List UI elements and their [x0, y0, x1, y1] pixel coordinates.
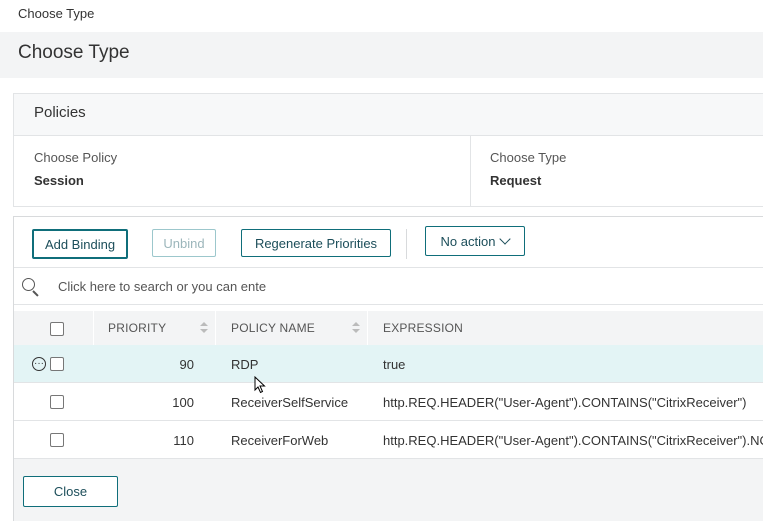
- priority-cell: 110: [173, 432, 194, 448]
- policy-name-header-label: POLICY NAME: [231, 321, 316, 335]
- choose-type-section: Choose Type Request: [470, 136, 763, 206]
- bindings-panel: Add Binding Unbind Regenerate Priorities…: [13, 216, 763, 521]
- row-checkbox[interactable]: [50, 357, 64, 371]
- mouse-cursor-icon: [254, 376, 266, 394]
- choose-type-label: Choose Type: [490, 150, 567, 165]
- priority-cell: 100: [172, 394, 194, 410]
- toolbar-divider: [406, 229, 407, 259]
- row-checkbox[interactable]: [50, 433, 64, 447]
- table-row[interactable]: ··· 90 RDP true: [14, 345, 763, 383]
- policy-name-cell: ReceiverSelfService: [231, 394, 349, 410]
- table-header: PRIORITY POLICY NAME EXPRESSION: [14, 311, 763, 345]
- choose-type-value: Request: [490, 173, 542, 188]
- policies-header: Policies: [14, 94, 763, 136]
- priority-cell: 90: [179, 356, 194, 372]
- priority-header-label: PRIORITY: [108, 321, 167, 335]
- priority-column-header[interactable]: PRIORITY: [94, 311, 214, 345]
- row-actions-icon[interactable]: ···: [32, 357, 46, 371]
- sort-icon: [200, 322, 208, 334]
- expression-cell: true: [383, 356, 406, 372]
- regenerate-priorities-button[interactable]: Regenerate Priorities: [241, 229, 391, 257]
- add-binding-button[interactable]: Add Binding: [32, 229, 128, 259]
- dialog-footer: Close: [14, 459, 763, 521]
- choose-policy-value: Session: [34, 173, 84, 188]
- expression-cell: http.REQ.HEADER("User-Agent").CONTAINS("…: [383, 432, 763, 448]
- page-title: Choose Type: [18, 42, 130, 63]
- breadcrumb: Choose Type: [18, 6, 95, 21]
- page-title-bar: Choose Type: [0, 32, 763, 78]
- choose-policy-section: Choose Policy Session: [14, 136, 471, 206]
- chevron-down-icon: [499, 233, 512, 245]
- row-checkbox[interactable]: [50, 395, 64, 409]
- unbind-button[interactable]: Unbind: [152, 229, 216, 257]
- no-action-dropdown[interactable]: No action: [425, 226, 525, 256]
- no-action-label: No action: [440, 233, 496, 249]
- policies-panel: Policies Choose Policy Session Choose Ty…: [13, 93, 763, 207]
- search-icon[interactable]: [22, 278, 35, 291]
- table-row[interactable]: 100 ReceiverSelfService http.REQ.HEADER(…: [14, 383, 763, 421]
- search-input[interactable]: [58, 276, 272, 296]
- expression-column-header[interactable]: EXPRESSION: [368, 311, 763, 345]
- sort-icon: [352, 322, 360, 334]
- choose-policy-label: Choose Policy: [34, 150, 118, 165]
- close-button[interactable]: Close: [23, 476, 118, 507]
- policy-name-column-header[interactable]: POLICY NAME: [216, 311, 366, 345]
- expression-header-label: EXPRESSION: [383, 321, 464, 335]
- select-all-checkbox[interactable]: [50, 322, 64, 336]
- policy-name-cell: ReceiverForWeb: [231, 432, 329, 448]
- table-row[interactable]: 110 ReceiverForWeb http.REQ.HEADER("User…: [14, 421, 763, 459]
- bindings-toolbar: Add Binding Unbind Regenerate Priorities…: [14, 217, 763, 267]
- search-bar: [14, 267, 763, 305]
- expression-cell: http.REQ.HEADER("User-Agent").CONTAINS("…: [383, 394, 747, 410]
